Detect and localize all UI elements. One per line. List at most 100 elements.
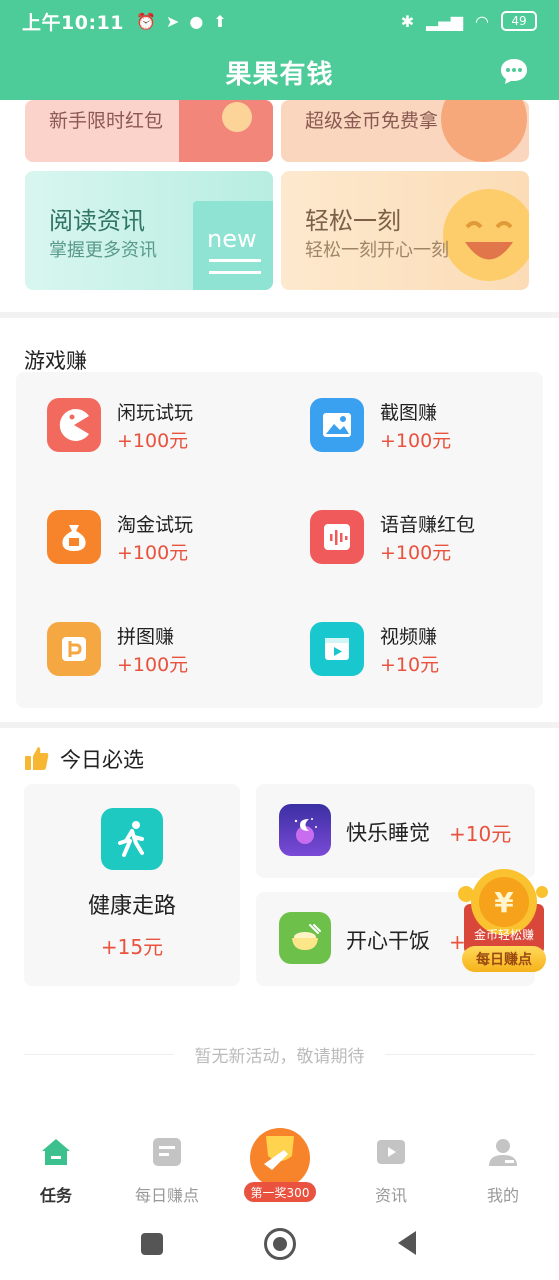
fan-decoration	[441, 100, 527, 162]
nav-label: 任务	[39, 1186, 72, 1205]
divider-line	[24, 1054, 174, 1055]
game-item-video[interactable]: 视频赚 +10元	[310, 622, 550, 702]
user-icon	[489, 1139, 517, 1166]
bluetooth-icon: ✱	[400, 11, 415, 31]
relax-banner[interactable]: 轻松一刻 轻松一刻开心一刻	[281, 171, 529, 290]
title-bar: 果果有钱	[0, 44, 559, 100]
smiley-icon	[443, 189, 529, 281]
game-item-taojin[interactable]: 淘金试玩 +100元	[47, 510, 287, 590]
pacman-icon	[47, 398, 101, 452]
nav-tasks[interactable]: 任务	[6, 1134, 106, 1205]
status-bar: 上午10:11 ⏰ ➤ ● ⬆ ✱ ▂▄▆ ◠ 49	[0, 0, 559, 42]
status-left-icons: ⏰ ➤ ● ⬆	[136, 12, 227, 31]
moon-icon	[279, 804, 331, 856]
section-divider	[0, 312, 559, 318]
game-reward: +100元	[117, 654, 189, 676]
walk-name: 健康走路	[87, 894, 176, 919]
game-reward: +10元	[380, 654, 440, 676]
game-panel: 闲玩试玩 +100元 截图赚 +100元 淘金试玩 +100元 语音赚红包 +1…	[16, 372, 543, 708]
nav-label: 每日赚点	[134, 1186, 199, 1205]
meal-name: 开心干饭	[346, 929, 430, 953]
status-time: 上午10:11	[22, 11, 124, 34]
banner-subtitle: 轻松一刻开心一刻	[305, 240, 449, 261]
game-reward: +100元	[117, 542, 189, 564]
nav-news[interactable]: 资讯	[341, 1134, 441, 1205]
empty-note-text: 暂无新活动，敬请期待	[194, 1047, 365, 1067]
nav-mine[interactable]: 我的	[453, 1134, 553, 1205]
empty-activity-note: 暂无新活动，敬请期待	[24, 1042, 535, 1067]
sleep-name: 快乐睡觉	[346, 821, 430, 845]
upload-icon: ⬆	[213, 11, 227, 31]
puzzle-icon	[47, 622, 101, 676]
game-reward: +100元	[380, 542, 452, 564]
battery-icon: 49	[501, 11, 537, 31]
nav-first-prize[interactable]: 第一奖300	[230, 1124, 330, 1202]
money-bag-icon	[47, 510, 101, 564]
news-decoration-text: new	[207, 225, 257, 253]
game-name: 淘金试玩	[117, 514, 194, 536]
nav-label: 我的	[486, 1186, 519, 1205]
app-header: 上午10:11 ⏰ ➤ ● ⬆ ✱ ▂▄▆ ◠ 49 果果有钱	[0, 0, 559, 100]
home-button-icon[interactable]	[264, 1228, 296, 1260]
thumbs-up-icon	[25, 747, 49, 770]
game-item-voice[interactable]: 语音赚红包 +100元	[310, 510, 550, 590]
back-icon[interactable]	[396, 1230, 418, 1256]
walking-icon	[101, 808, 163, 870]
walk-card[interactable]: 健康走路 +15元	[24, 784, 240, 986]
image-icon	[310, 398, 364, 452]
page-title: 果果有钱	[225, 59, 334, 90]
game-name: 语音赚红包	[380, 514, 476, 536]
game-item-screenshot[interactable]: 截图赚 +100元	[310, 398, 550, 478]
banner-subtitle: 掌握更多资讯	[49, 240, 157, 261]
rice-bowl-icon	[279, 912, 331, 964]
alarm-off-icon: ⏰	[135, 11, 156, 31]
wifi-icon: ◠	[475, 11, 489, 31]
divider-line	[385, 1054, 535, 1055]
game-item-xianwan[interactable]: 闲玩试玩 +100元	[47, 398, 287, 478]
chat-bubble-icon: ●	[189, 11, 204, 31]
newbie-redpacket-banner[interactable]: 新手限时红包	[25, 100, 273, 162]
play-icon	[377, 1140, 405, 1164]
telegram-icon: ➤	[165, 11, 180, 31]
banner-title: 超级金币免费拿	[305, 110, 439, 132]
video-icon	[310, 622, 364, 676]
section-title-daily: 今日必选	[60, 748, 144, 772]
nav-label: 资讯	[374, 1186, 407, 1205]
svg-text:¥: ¥	[494, 886, 514, 919]
banner-title: 轻松一刻	[305, 207, 401, 235]
system-nav-bar	[0, 1210, 559, 1280]
news-decoration-line	[209, 271, 261, 274]
bottom-nav: 任务 每日赚点 第一奖300 资讯 我的	[0, 1124, 559, 1210]
game-item-puzzle[interactable]: 拼图赚 +100元	[47, 622, 287, 702]
game-name: 闲玩试玩	[117, 402, 194, 424]
signal-icon: ▂▄▆	[426, 11, 464, 31]
game-name: 视频赚	[380, 626, 438, 648]
badge-line1: 金币轻松赚	[473, 928, 534, 942]
game-reward: +100元	[380, 430, 452, 452]
section-title-game: 游戏赚	[24, 349, 87, 373]
game-reward: +100元	[117, 430, 189, 452]
sleep-reward: +10元	[449, 822, 512, 846]
game-name: 截图赚	[380, 402, 438, 424]
banner-title: 新手限时红包	[49, 110, 164, 132]
news-decoration-line	[209, 259, 261, 262]
read-news-banner[interactable]: new 阅读资讯 掌握更多资讯	[25, 171, 273, 290]
coin-decoration	[222, 102, 252, 132]
daily-coin-float-badge[interactable]: ¥ 金币轻松赚 每日赚点	[456, 866, 552, 976]
prize-label: 第一奖300	[250, 1186, 310, 1200]
section-divider	[0, 722, 559, 728]
voice-icon	[310, 510, 364, 564]
nav-daily-earn[interactable]: 每日赚点	[117, 1134, 217, 1205]
gold-free-banner[interactable]: 超级金币免费拿	[281, 100, 529, 162]
banner-title: 阅读资讯	[49, 207, 145, 235]
trophy-icon	[250, 1128, 310, 1188]
recent-apps-icon[interactable]	[141, 1233, 163, 1255]
home-icon	[42, 1139, 70, 1165]
game-name: 拼图赚	[117, 626, 175, 648]
badge-line2: 每日赚点	[476, 952, 532, 968]
document-icon	[153, 1138, 181, 1166]
walk-reward: +15元	[100, 935, 164, 959]
sleep-card[interactable]: 快乐睡觉 +10元	[256, 784, 535, 878]
message-icon[interactable]	[499, 56, 529, 86]
status-right-icons: ✱ ▂▄▆ ◠ 49	[401, 11, 537, 31]
